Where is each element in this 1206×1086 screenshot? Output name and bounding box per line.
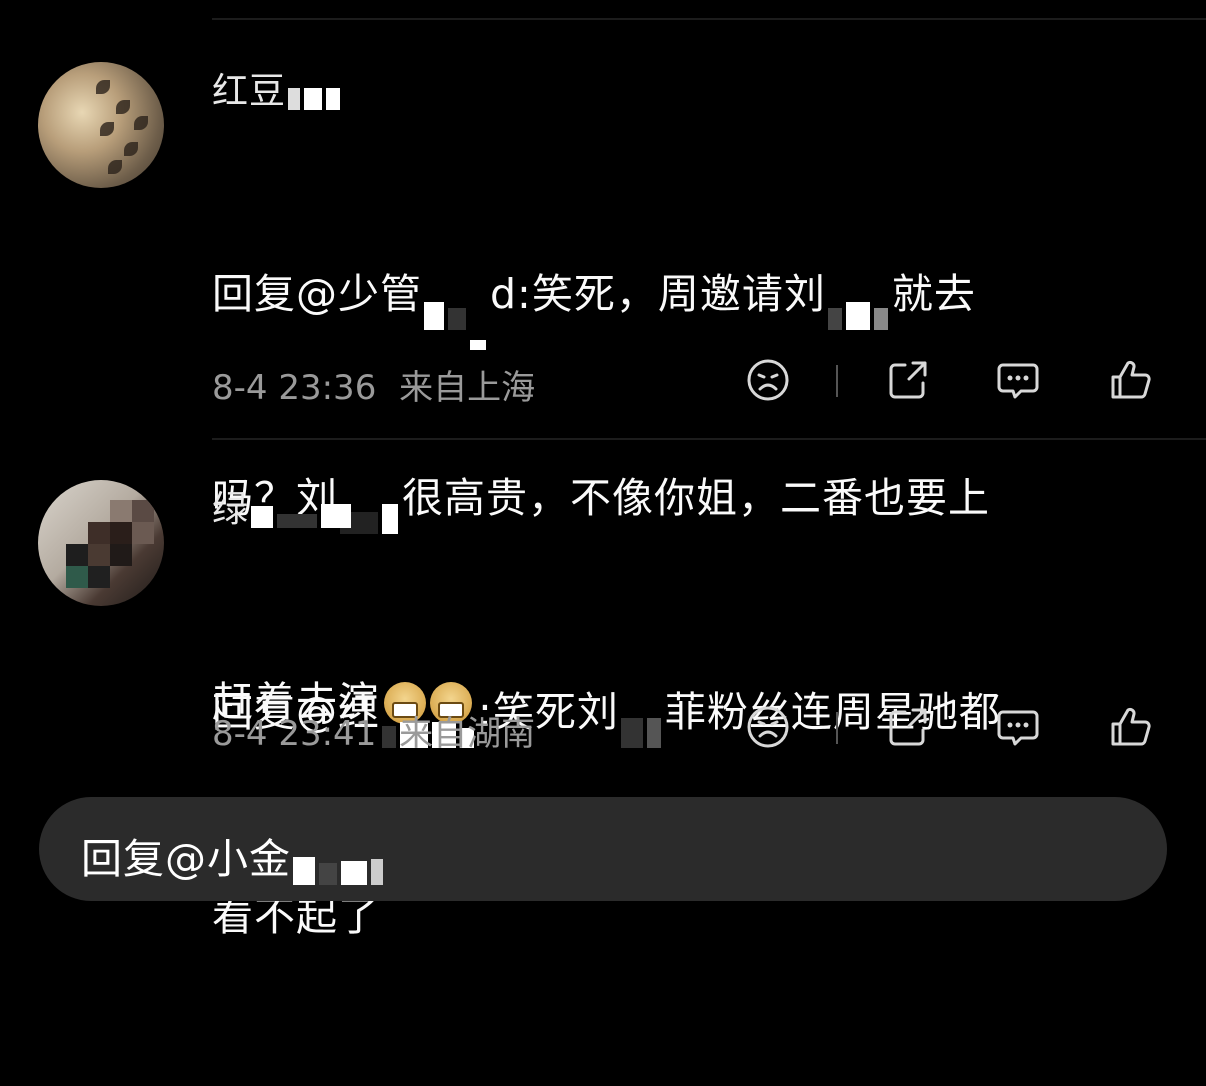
comment-icon[interactable] <box>995 704 1041 750</box>
blur-mosaic <box>620 700 665 748</box>
location: 来自湖南 <box>399 714 536 754</box>
reply-input[interactable]: 回复@小金 <box>39 797 1167 901</box>
like-icon[interactable] <box>1107 704 1153 750</box>
blur-mosaic <box>288 78 344 110</box>
timestamp: 8-4 23:41 <box>212 714 377 754</box>
share-icon[interactable] <box>885 357 931 403</box>
action-separator <box>836 712 838 744</box>
content-text: 就去 <box>891 270 976 318</box>
username[interactable]: 红豆 <box>212 62 344 114</box>
content-text: 很高贵，不像你姐，二番也要上 <box>402 474 990 522</box>
reply-placeholder-text: 回复@小金 <box>81 835 291 883</box>
action-separator <box>836 365 838 397</box>
blur-mosaic <box>293 847 387 885</box>
share-icon[interactable] <box>885 704 931 750</box>
comment-actions <box>745 704 1165 754</box>
dislike-icon[interactable] <box>745 704 791 750</box>
timestamp: 8-4 23:36 <box>212 368 377 408</box>
dislike-icon[interactable] <box>745 357 791 403</box>
reply-placeholder: 回复@小金 <box>81 825 387 885</box>
username[interactable]: 绿 <box>212 480 355 532</box>
divider <box>212 438 1206 440</box>
like-icon[interactable] <box>1107 357 1153 403</box>
username-text: 绿 <box>212 489 250 530</box>
username-text: 红豆 <box>212 71 287 112</box>
comment-actions <box>745 357 1165 407</box>
avatar[interactable] <box>38 62 164 188</box>
comment-meta: 8-4 23:36 来自上海 <box>212 360 535 409</box>
blur-mosaic <box>827 282 892 330</box>
blur-mosaic <box>424 282 490 350</box>
comment-icon[interactable] <box>995 357 1041 403</box>
content-text: d:笑死，周邀请刘 <box>490 270 826 318</box>
comment-meta: 8-4 23:41 来自湖南 <box>212 706 535 755</box>
content-text: 回复@少管 <box>212 270 422 318</box>
blur-mosaic <box>251 496 355 528</box>
top-divider <box>212 18 1206 20</box>
location: 来自上海 <box>399 368 536 408</box>
avatar[interactable] <box>38 480 164 606</box>
